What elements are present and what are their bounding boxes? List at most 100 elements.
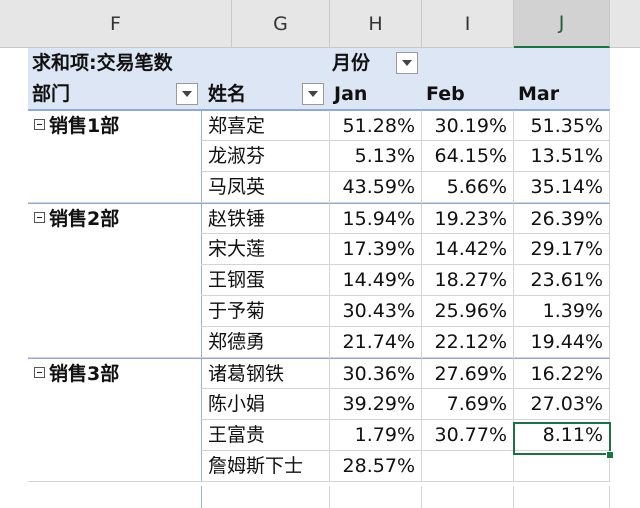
dept-cell[interactable]: [28, 420, 202, 451]
dept-label: 销售1部: [49, 115, 120, 137]
dept-cell[interactable]: 销售2部: [28, 203, 202, 234]
value-cell-mar[interactable]: 29.17%: [514, 234, 610, 265]
name-cell[interactable]: 王富贵: [202, 420, 330, 451]
value-cell-feb[interactable]: 5.66%: [422, 172, 514, 203]
value-cell-feb[interactable]: 30.19%: [422, 110, 514, 141]
name-cell[interactable]: 郑德勇: [202, 327, 330, 358]
empty-cell[interactable]: [330, 486, 422, 508]
empty-cell[interactable]: [202, 486, 330, 508]
column-header-j[interactable]: J: [514, 0, 610, 48]
value-cell-mar[interactable]: 27.03%: [514, 389, 610, 420]
minus-glyph: [37, 124, 42, 125]
collapse-minus-icon[interactable]: [34, 212, 45, 223]
dept-cell[interactable]: [28, 451, 202, 482]
value-cell-jan[interactable]: 21.74%: [330, 327, 422, 358]
value-cell-mar[interactable]: 13.51%: [514, 141, 610, 172]
value-cell-jan[interactable]: 30.43%: [330, 296, 422, 327]
dropdown-arrow-icon: [308, 91, 318, 97]
month-filter-dropdown[interactable]: [396, 52, 418, 74]
value-cell-jan[interactable]: 15.94%: [330, 203, 422, 234]
value-cell-jan[interactable]: 1.79%: [330, 420, 422, 451]
column-header-g[interactable]: G: [232, 0, 330, 48]
name-cell[interactable]: 陈小娟: [202, 389, 330, 420]
minus-glyph: [37, 217, 42, 218]
value-cell-mar[interactable]: 16.22%: [514, 358, 610, 389]
value-cell-feb[interactable]: 22.12%: [422, 327, 514, 358]
dept-cell[interactable]: 销售1部: [28, 110, 202, 141]
value-cell-feb[interactable]: 25.96%: [422, 296, 514, 327]
column-header-f[interactable]: F: [0, 0, 232, 48]
value-cell-mar[interactable]: 35.14%: [514, 172, 610, 203]
table-row: 销售2部 赵铁锤 15.94% 19.23% 26.39%: [0, 203, 640, 234]
value-cell-feb[interactable]: [422, 451, 514, 482]
value-cell-mar[interactable]: 26.39%: [514, 203, 610, 234]
dropdown-arrow-icon: [402, 60, 412, 66]
name-cell[interactable]: 宋大莲: [202, 234, 330, 265]
header-fill: [422, 48, 610, 79]
table-row: 陈小娟 39.29% 7.69% 27.03%: [0, 389, 640, 420]
value-cell-jan[interactable]: 30.36%: [330, 358, 422, 389]
value-cell-mar[interactable]: 1.39%: [514, 296, 610, 327]
name-cell[interactable]: 马凤英: [202, 172, 330, 203]
empty-cell[interactable]: [514, 486, 610, 508]
name-cell[interactable]: 王钢蛋: [202, 265, 330, 296]
value-cell-mar[interactable]: 19.44%: [514, 327, 610, 358]
spreadsheet: F G H I J 求和项:交易笔数 月份 部门 姓名 Jan Feb Mar …: [0, 0, 640, 508]
value-cell-jan[interactable]: 51.28%: [330, 110, 422, 141]
active-cell-selection[interactable]: [513, 422, 611, 455]
dept-cell[interactable]: [28, 141, 202, 172]
value-cell-feb[interactable]: 18.27%: [422, 265, 514, 296]
dept-cell[interactable]: [28, 327, 202, 358]
month-header-jan: Jan: [330, 79, 422, 110]
pivot-header-row-1: 求和项:交易笔数 月份: [0, 48, 640, 79]
value-cell-jan[interactable]: 28.57%: [330, 451, 422, 482]
value-cell-feb[interactable]: 19.23%: [422, 203, 514, 234]
table-row: 于予菊 30.43% 25.96% 1.39%: [0, 296, 640, 327]
fill-handle[interactable]: [606, 451, 614, 459]
value-cell-jan[interactable]: 14.49%: [330, 265, 422, 296]
column-letter: J: [558, 12, 565, 34]
value-cell-jan[interactable]: 17.39%: [330, 234, 422, 265]
value-cell-mar[interactable]: 51.35%: [514, 110, 610, 141]
name-cell[interactable]: 詹姆斯下士: [202, 451, 330, 482]
value-cell-mar[interactable]: 23.61%: [514, 265, 610, 296]
table-row: 王钢蛋 14.49% 18.27% 23.61%: [0, 265, 640, 296]
column-letter: G: [273, 12, 288, 35]
value-cell-feb[interactable]: 30.77%: [422, 420, 514, 451]
value-cell-jan[interactable]: 39.29%: [330, 389, 422, 420]
empty-cell[interactable]: [422, 486, 514, 508]
collapse-minus-icon[interactable]: [34, 367, 45, 378]
table-row: 詹姆斯下士 28.57%: [0, 451, 640, 482]
dept-cell[interactable]: [28, 172, 202, 203]
dept-filter-dropdown[interactable]: [176, 83, 198, 105]
column-header-next[interactable]: [610, 0, 640, 48]
dept-cell[interactable]: [28, 296, 202, 327]
collapse-minus-icon[interactable]: [34, 119, 45, 130]
dept-label: 销售3部: [49, 363, 120, 385]
column-letter: I: [464, 12, 471, 35]
dept-cell[interactable]: 销售3部: [28, 358, 202, 389]
dept-cell[interactable]: [28, 389, 202, 420]
month-header-mar: Mar: [514, 79, 610, 110]
name-cell[interactable]: 郑喜定: [202, 110, 330, 141]
name-filter-dropdown[interactable]: [302, 83, 324, 105]
empty-cell[interactable]: [28, 486, 202, 508]
value-cell-jan[interactable]: 43.59%: [330, 172, 422, 203]
name-cell[interactable]: 龙淑芬: [202, 141, 330, 172]
value-cell-feb[interactable]: 64.15%: [422, 141, 514, 172]
column-header-h[interactable]: H: [330, 0, 422, 48]
dept-cell[interactable]: [28, 265, 202, 296]
value-cell-mar[interactable]: [514, 451, 610, 482]
value-cell-feb[interactable]: 14.42%: [422, 234, 514, 265]
name-cell[interactable]: 于予菊: [202, 296, 330, 327]
value-field-label: 求和项:交易笔数: [28, 48, 330, 79]
value-cell-feb[interactable]: 27.69%: [422, 358, 514, 389]
value-cell-feb[interactable]: 7.69%: [422, 389, 514, 420]
table-row: 马凤英 43.59% 5.66% 35.14%: [0, 172, 640, 203]
column-header-i[interactable]: I: [422, 0, 514, 48]
name-cell[interactable]: 赵铁锤: [202, 203, 330, 234]
name-cell[interactable]: 诸葛钢铁: [202, 358, 330, 389]
dept-cell[interactable]: [28, 234, 202, 265]
table-row: 龙淑芬 5.13% 64.15% 13.51%: [0, 141, 640, 172]
value-cell-jan[interactable]: 5.13%: [330, 141, 422, 172]
